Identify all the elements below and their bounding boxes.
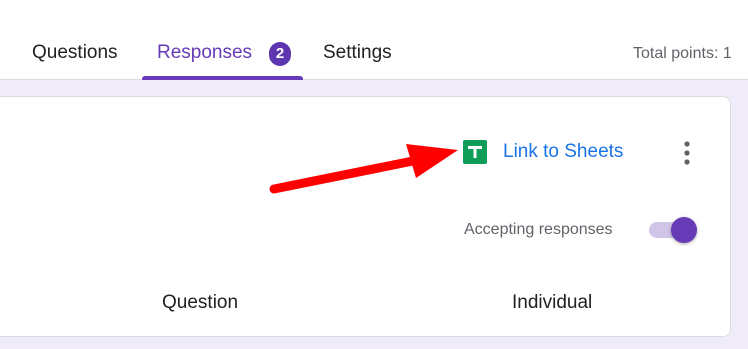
responses-summary-card [0,96,731,337]
top-nav-bar: Questions Responses 2 Settings Total poi… [0,0,748,80]
active-tab-indicator [142,76,303,80]
link-to-sheets-button[interactable]: Link to Sheets [503,141,623,163]
more-vert-icon[interactable] [676,140,698,166]
accepting-responses-label: Accepting responses [464,221,613,238]
tab-questions[interactable]: Questions [32,42,118,64]
subtab-question[interactable]: Question [162,292,238,314]
subtab-individual[interactable]: Individual [512,292,592,314]
accepting-responses-toggle[interactable] [647,215,699,243]
tab-settings[interactable]: Settings [323,42,392,64]
tab-responses[interactable]: Responses [157,42,252,64]
google-sheets-icon[interactable] [463,140,487,164]
responses-count-badge: 2 [269,42,291,66]
total-points-label: Total points: 1 [633,45,732,62]
toggle-knob [671,217,697,243]
